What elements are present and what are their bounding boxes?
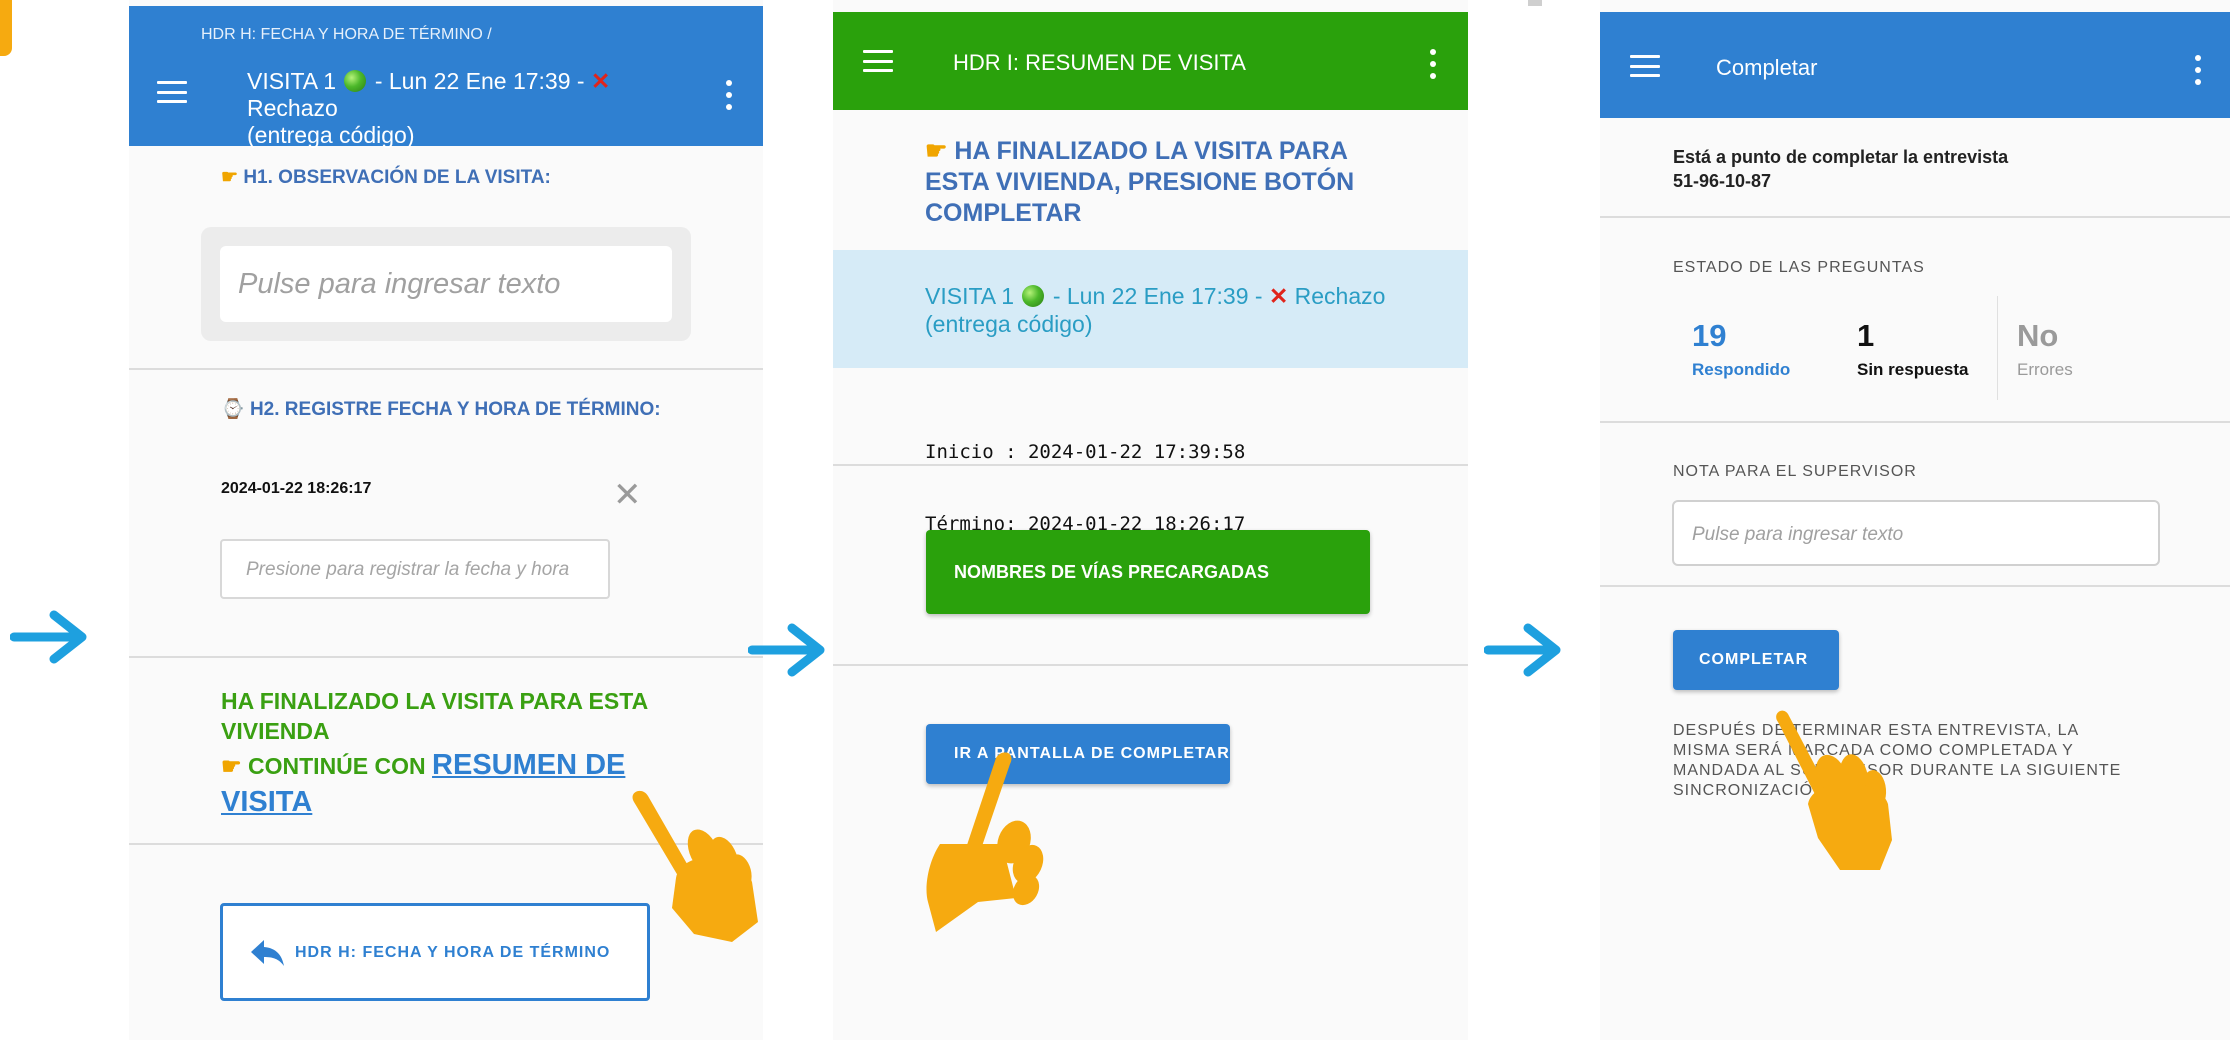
title-line2: (entrega código) (247, 122, 415, 148)
pointing-hand-emoji: ☛ (221, 167, 239, 188)
unanswered-stat[interactable]: 1 Sin respuesta (1857, 318, 1969, 380)
h1-label-text: H1. OBSERVACIÓN DE LA VISITA: (243, 167, 551, 188)
h2-question-label: ⌚ H2. REGISTRE FECHA Y HORA DE TÉRMINO: (221, 397, 661, 421)
continue-text: CONTINÚE CON (248, 753, 426, 779)
status-label: ESTADO DE LAS PREGUNTAS (1673, 259, 1925, 276)
preloaded-streets-button[interactable]: NOMBRES DE VÍAS PRECARGADAS (926, 530, 1370, 614)
errors-count: No (2017, 318, 2059, 353)
resumen-de-visita-link[interactable]: RESUMEN DE (432, 749, 625, 781)
h2-label-text: H2. REGISTRE FECHA Y HORA DE TÉRMINO: (249, 399, 661, 420)
hamburger-icon[interactable] (157, 81, 187, 103)
right-arrow-icon (10, 610, 87, 664)
preloaded-streets-label: NOMBRES DE VÍAS PRECARGADAS (954, 562, 1270, 582)
cross-mark-icon: ✕ (590, 68, 611, 94)
app-bar: HDR I: RESUMEN DE VISITA (833, 12, 1468, 110)
resumen-de-visita-link-line2[interactable]: VISITA (221, 787, 648, 817)
divider (129, 656, 763, 658)
divider (833, 664, 1468, 666)
right-arrow-icon (1484, 623, 1561, 677)
complete-button[interactable]: COMPLETAR (1673, 630, 1839, 690)
tapping-hand-icon (926, 752, 1044, 932)
tapping-hand-icon (632, 790, 758, 942)
cross-mark-icon: ✕ (1268, 283, 1289, 309)
unanswered-count: 1 (1857, 318, 1875, 353)
hamburger-icon[interactable] (863, 50, 893, 72)
divider (1600, 216, 2230, 218)
errors-label: Errores (2017, 360, 2073, 379)
back-button[interactable]: HDR H: FECHA Y HORA DE TÉRMINO (220, 903, 650, 1001)
more-vert-icon[interactable] (725, 80, 733, 110)
visit-line2: (entrega código) (925, 311, 1093, 337)
supervisor-note-input[interactable]: Pulse para ingresar texto (1672, 500, 2160, 566)
divider (833, 464, 1468, 466)
watch-emoji: ⌚ (221, 399, 245, 420)
message-line1: HA FINALIZADO LA VISITA PARA (954, 137, 1348, 165)
visit-reject: Rechazo (1294, 283, 1386, 309)
complete-button-label: COMPLETAR (1699, 651, 1809, 668)
corner-decoration (0, 0, 12, 56)
visit-row-text: VISITA 1 - Lun 22 Ene 17:39 - ✕ Rechazo … (925, 282, 1385, 338)
pointing-hand-emoji: ☛ (221, 753, 242, 779)
more-vert-icon[interactable] (1429, 49, 1437, 79)
finished-line2: VIVIENDA (221, 718, 330, 744)
back-button-label: HDR H: FECHA Y HORA DE TÉRMINO (295, 944, 611, 961)
app-bar: HDR H: FECHA Y HORA DE TÉRMINO / VISITA … (129, 6, 763, 149)
tapping-hand-icon (1776, 710, 1892, 870)
stat-divider (1997, 296, 1998, 400)
finished-message: HA FINALIZADO LA VISITA PARA ESTA VIVIEN… (221, 686, 648, 817)
app-bar: Completar (1600, 12, 2230, 118)
title-reject: Rechazo (247, 95, 338, 121)
visit-date: - Lun 22 Ene 17:39 - (1052, 283, 1263, 309)
page-title: HDR I: RESUMEN DE VISITA (953, 50, 1246, 75)
errors-stat: No Errores (2017, 318, 2073, 380)
intro-text: Está a punto de completar la entrevista … (1673, 145, 2008, 193)
divider (129, 368, 763, 370)
note-label: NOTA PARA EL SUPERVISOR (1673, 463, 1917, 480)
message-line3: COMPLETAR (925, 199, 1082, 227)
interview-id: 51-96-10-87 (1673, 171, 1772, 191)
start-time: Inicio : 2024-01-22 17:39:58 (925, 441, 1246, 463)
hamburger-icon[interactable] (1630, 55, 1660, 77)
unanswered-label: Sin respuesta (1857, 360, 1969, 379)
title-date: - Lun 22 Ene 17:39 - (374, 68, 585, 94)
visit-label: VISITA 1 (925, 283, 1015, 309)
datetime-input[interactable]: Presione para registrar la fecha y hora (220, 539, 610, 599)
page-title: Completar (1716, 55, 1818, 80)
h2-value: 2024-01-22 18:26:17 (221, 480, 372, 497)
h1-text-input[interactable]: Pulse para ingresar texto (220, 246, 672, 322)
visit-row[interactable]: VISITA 1 - Lun 22 Ene 17:39 - ✕ Rechazo … (833, 250, 1468, 368)
divider (1600, 585, 2230, 587)
panel-completar: Completar Está a punto de completar la e… (1600, 0, 2230, 1040)
datetime-placeholder: Presione para registrar la fecha y hora (246, 559, 570, 580)
clear-value-button[interactable]: ✕ (613, 478, 642, 512)
green-circle-icon (344, 70, 367, 92)
finished-line1: HA FINALIZADO LA VISITA PARA ESTA (221, 688, 649, 714)
note-placeholder: Pulse para ingresar texto (1692, 524, 1904, 545)
close-icon: ✕ (613, 476, 642, 514)
h1-placeholder: Pulse para ingresar texto (238, 268, 561, 300)
more-vert-icon[interactable] (2194, 55, 2202, 85)
h1-question-label: ☛ H1. OBSERVACIÓN DE LA VISITA: (221, 166, 551, 189)
divider (1600, 421, 2230, 423)
pointing-hand-emoji: ☛ (925, 137, 948, 165)
green-circle-icon (1022, 285, 1045, 307)
reply-arrow-icon (251, 940, 284, 966)
page-title: VISITA 1 - Lun 22 Ene 17:39 - ✕ Rechazo … (247, 68, 707, 149)
continue-line: ☛ CONTINÚE CON RESUMEN DE (221, 750, 648, 781)
message-line2: ESTA VIVIENDA, PRESIONE BOTÓN (925, 168, 1355, 196)
breadcrumb[interactable]: HDR H: FECHA Y HORA DE TÉRMINO / (201, 26, 492, 44)
title-visit: VISITA 1 (247, 68, 337, 94)
corner-decoration-right (1528, 0, 1542, 6)
answered-count: 19 (1692, 318, 1727, 353)
completion-message: ☛ HA FINALIZADO LA VISITA PARA ESTA VIVI… (925, 136, 1354, 229)
right-arrow-icon (748, 623, 825, 677)
answered-stat[interactable]: 19 Respondido (1692, 318, 1790, 380)
intro-line1: Está a punto de completar la entrevista (1673, 147, 2009, 167)
answered-label: Respondido (1692, 360, 1791, 379)
